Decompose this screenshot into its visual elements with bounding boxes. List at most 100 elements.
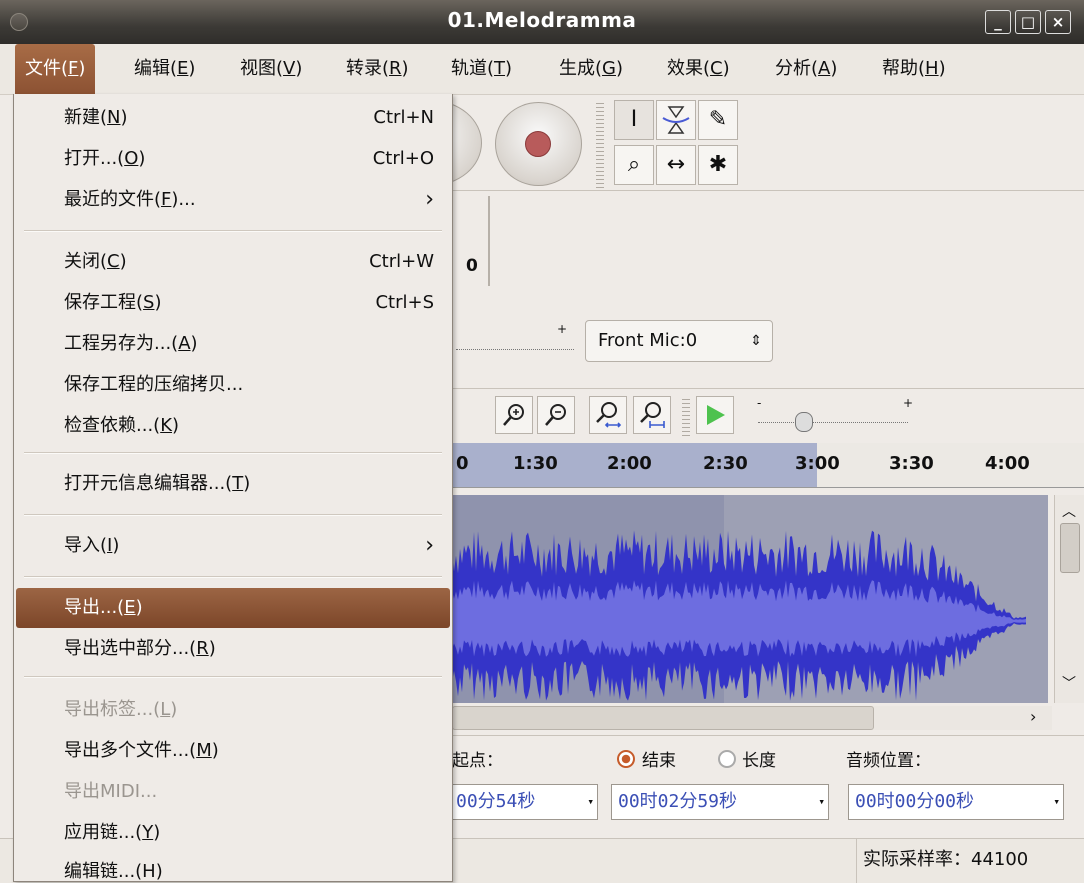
menu-transcribe[interactable]: 转录(R) (336, 44, 419, 94)
tick-label: 3:00 (795, 453, 840, 474)
edit-toolbar-grip[interactable] (682, 396, 690, 436)
menu-item-check-dependencies[interactable]: 检查依赖...(K) (14, 406, 452, 446)
file-menu: 新建(N) Ctrl+N 打开...(O) Ctrl+O 最近的文件(F)...… (13, 94, 453, 882)
maximize-button[interactable]: □ (1015, 10, 1041, 34)
title-bar: 01.Melodramma _ □ × (0, 0, 1084, 44)
menu-item-save-compressed[interactable]: 保存工程的压缩拷贝... (14, 365, 452, 405)
audio-position-label: 音频位置： (846, 751, 931, 771)
vertical-scroll-thumb[interactable] (1060, 523, 1080, 573)
tick-label: 2:00 (607, 453, 652, 474)
menu-item-recent-files[interactable]: 最近的文件(F)... › (14, 180, 452, 220)
window-title: 01.Melodramma (447, 8, 637, 32)
envelope-icon (662, 106, 690, 134)
menu-effect[interactable]: 效果(C) (657, 44, 740, 94)
zoom-out-icon (545, 404, 566, 426)
menu-item-export-selection[interactable]: 导出选中部分...(R) (14, 629, 452, 669)
scroll-down-icon[interactable]: ﹀ (1062, 673, 1076, 693)
menu-item-edit-chain[interactable]: 编辑链...(H) (14, 852, 452, 882)
menu-file[interactable]: 文件(F) (15, 44, 96, 94)
menu-item-metadata-editor[interactable]: 打开元信息编辑器...(T) (14, 464, 452, 504)
menu-analyze[interactable]: 分析(A) (765, 44, 847, 94)
meter-value: 0 (466, 256, 478, 276)
menu-item-save-project-as[interactable]: 工程另存为...(A) (14, 324, 452, 364)
end-label: 结束 (642, 751, 676, 771)
dropdown-arrow-icon[interactable]: ▾ (1053, 785, 1060, 819)
submenu-arrow-icon: › (425, 187, 434, 212)
playback-speed-slider[interactable] (758, 406, 908, 423)
menu-separator (24, 230, 442, 232)
menu-item-export[interactable]: 导出...(E) (16, 588, 450, 628)
menu-edit[interactable]: 编辑(E) (124, 44, 205, 94)
minimize-button[interactable]: _ (985, 10, 1011, 34)
menu-item-open[interactable]: 打开...(O) Ctrl+O (14, 139, 452, 179)
shortcut-label: Ctrl+O (372, 148, 434, 169)
waveform (452, 495, 1026, 703)
scroll-up-icon[interactable]: ︿ (1062, 501, 1076, 521)
dropdown-arrow-icon[interactable]: ▾ (587, 785, 594, 819)
audio-position-value: 00时00分00秒 (855, 791, 975, 812)
multi-tool-button[interactable]: ✱ (698, 145, 738, 185)
menu-separator (24, 452, 442, 454)
menu-item-export-multiple[interactable]: 导出多个文件...(M) (14, 731, 452, 771)
select-arrows-icon: ⇕ (750, 333, 762, 349)
zoom-in-icon (503, 404, 524, 426)
dropdown-arrow-icon[interactable]: ▾ (818, 785, 825, 819)
toolbar-divider (452, 190, 1084, 191)
selection-start-value: 00分54秒 (456, 791, 536, 812)
speed-slider-thumb[interactable] (795, 412, 813, 432)
selection-bar-divider (452, 735, 1084, 736)
input-device-label: Front Mic:0 (598, 330, 698, 351)
fit-project-icon (640, 402, 665, 428)
sample-rate-display: 实际采样率：44100 (856, 839, 1028, 883)
length-radio[interactable] (718, 750, 736, 768)
vertical-scrollbar[interactable]: ︿ ﹀ (1054, 495, 1084, 703)
selection-end-field[interactable]: 00时02分59秒 ▾ (611, 784, 829, 820)
zoom-tool-button[interactable]: ⌕ (614, 145, 654, 185)
zoom-in-button[interactable] (495, 396, 533, 434)
menu-separator (24, 676, 442, 678)
menu-generate[interactable]: 生成(G) (549, 44, 633, 94)
minus-icon: - (757, 396, 762, 410)
tick-label: 1:30 (513, 453, 558, 474)
meter-divider (488, 196, 490, 286)
selection-start-field[interactable]: 00分54秒 ▾ (452, 784, 598, 820)
selection-tool-button[interactable]: I (614, 100, 654, 140)
play-icon (707, 405, 725, 425)
menu-view[interactable]: 视图(V) (230, 44, 312, 94)
menu-help[interactable]: 帮助(H) (872, 44, 956, 94)
fit-selection-button[interactable] (589, 396, 627, 434)
menu-bar: 文件(F) 编辑(E) 视图(V) 转录(R) 轨道(T) 生成(G) 效果(C… (0, 44, 1084, 95)
audio-position-field[interactable]: 00时00分00秒 ▾ (848, 784, 1064, 820)
scroll-right-icon[interactable]: › (1030, 707, 1036, 726)
sample-rate-label: 实际采样率： (863, 849, 971, 870)
close-button[interactable]: × (1045, 10, 1071, 34)
selection-end-value: 00时02分59秒 (618, 791, 738, 812)
play-at-speed-button[interactable] (696, 396, 734, 434)
fit-project-button[interactable] (633, 396, 671, 434)
input-device-select[interactable]: Front Mic:0 ⇕ (585, 320, 773, 362)
zoom-out-button[interactable] (537, 396, 575, 434)
draw-tool-button[interactable]: ✎ (698, 100, 738, 140)
timeshift-tool-button[interactable]: ↔ (656, 145, 696, 185)
tick-label: 2:30 (703, 453, 748, 474)
input-volume-slider[interactable] (456, 335, 574, 350)
menu-item-export-labels: 导出标签...(L) (64, 699, 178, 720)
menu-item-new[interactable]: 新建(N) Ctrl+N (14, 98, 452, 138)
menu-tracks[interactable]: 轨道(T) (441, 44, 522, 94)
menu-item-export-midi: 导出MIDI... (64, 781, 158, 802)
shortcut-label: Ctrl+N (373, 107, 434, 128)
end-radio[interactable] (617, 750, 635, 768)
envelope-tool-button[interactable] (656, 100, 696, 140)
tick-label: 3:30 (889, 453, 934, 474)
menu-item-import[interactable]: 导入(I) › (14, 526, 452, 566)
horizontal-scroll-thumb[interactable] (452, 706, 874, 730)
menu-item-save-project[interactable]: 保存工程(S) Ctrl+S (14, 283, 452, 323)
tick-label: 0 (456, 453, 469, 474)
record-icon (525, 131, 551, 157)
start-label: 起点： (452, 751, 503, 771)
shortcut-label: Ctrl+W (369, 251, 434, 272)
menu-item-apply-chain[interactable]: 应用链...(Y) (14, 813, 452, 853)
audio-track[interactable] (452, 495, 1048, 703)
toolbar-grip[interactable] (596, 100, 604, 188)
menu-item-close[interactable]: 关闭(C) Ctrl+W (14, 242, 452, 282)
